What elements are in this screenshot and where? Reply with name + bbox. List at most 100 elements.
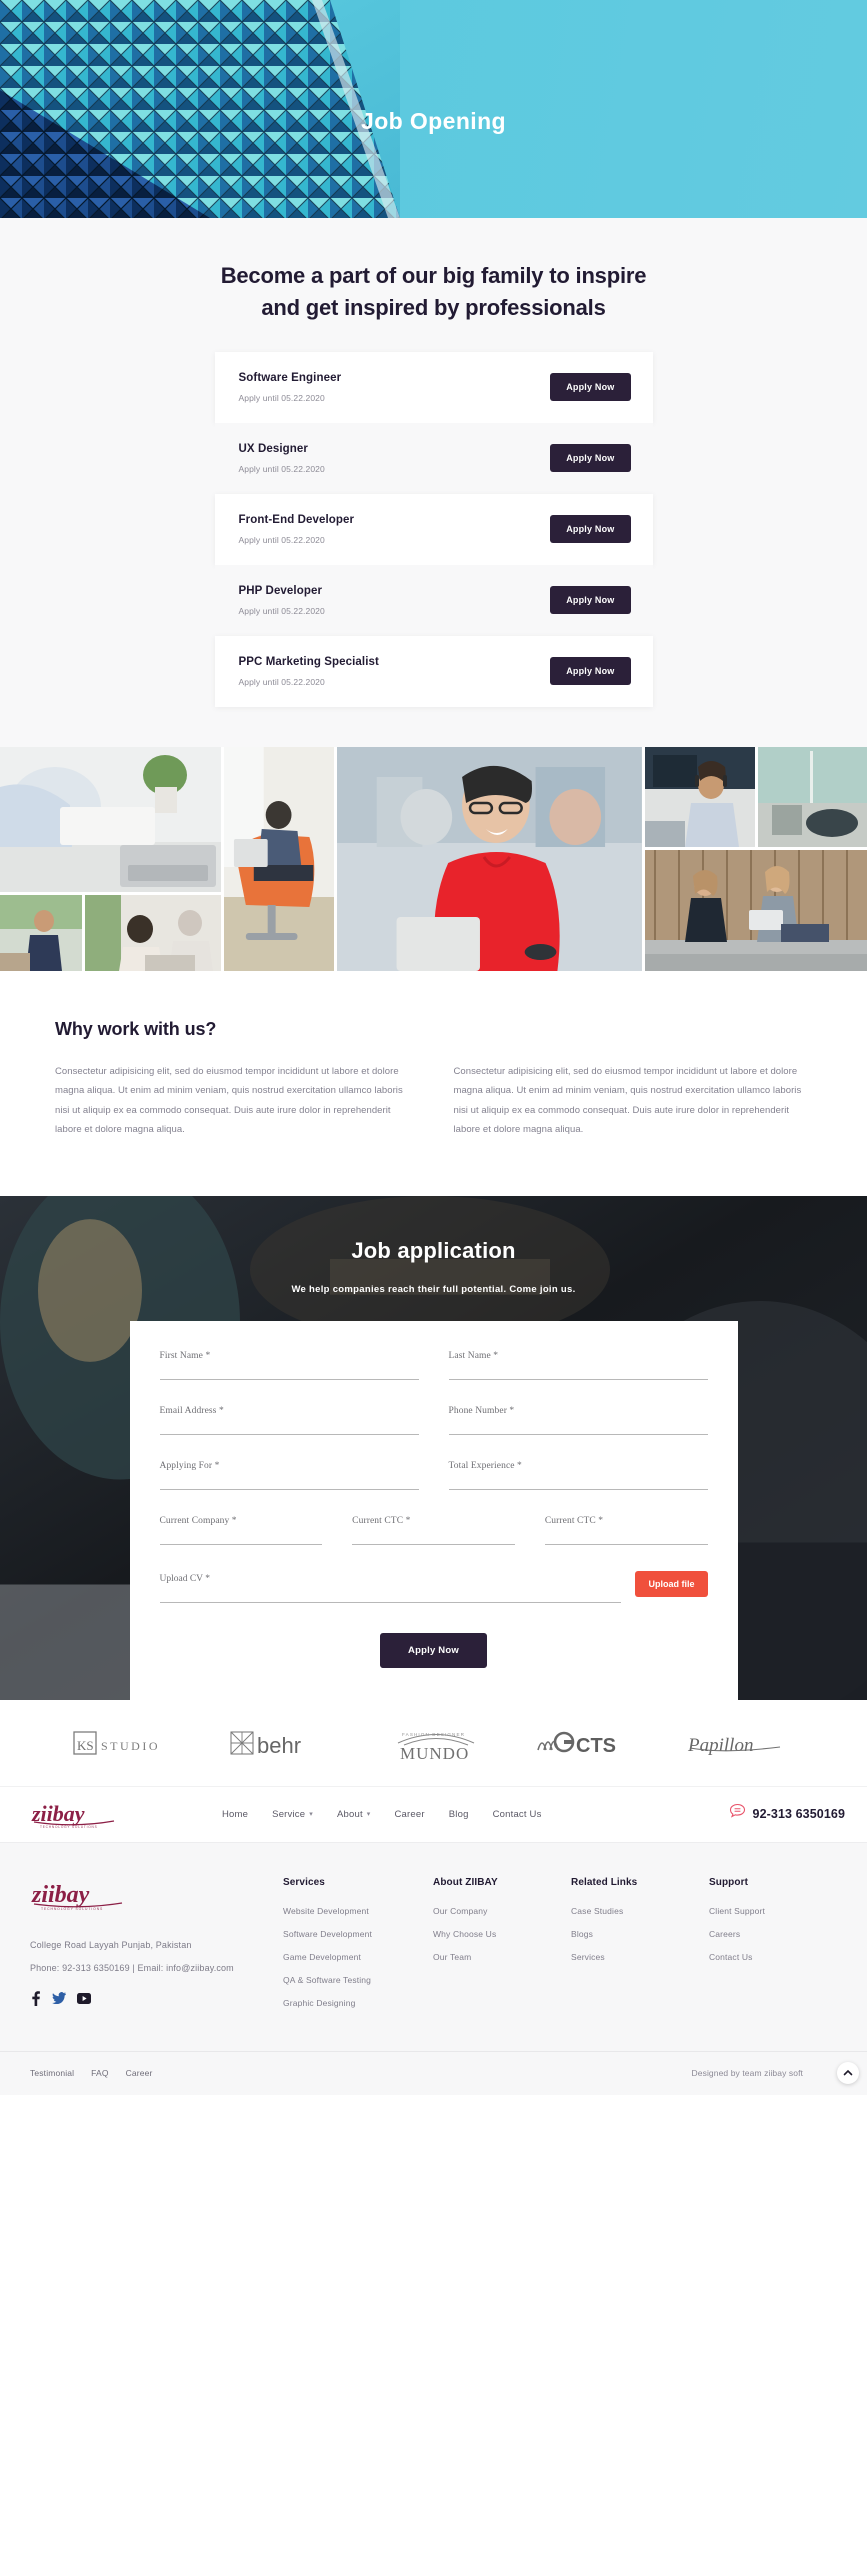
job-card[interactable]: Software Engineer Apply until 05.22.2020… <box>214 351 653 423</box>
job-card[interactable]: Front-End Developer Apply until 05.22.20… <box>214 493 653 565</box>
upload-cv-row: Upload CV * Upload file <box>159 1570 708 1603</box>
gallery-photo-man-suit <box>0 894 82 971</box>
nav-link-service[interactable]: Service ▾ <box>272 1809 313 1820</box>
footer-link[interactable]: Services <box>571 1952 699 1962</box>
job-info: PPC Marketing Specialist Apply until 05.… <box>239 656 379 687</box>
total-experience-input[interactable] <box>448 1480 708 1490</box>
last-name-label: Last Name * <box>448 1350 499 1361</box>
last-name-input[interactable] <box>448 1370 708 1380</box>
nav-link-blog[interactable]: Blog <box>449 1809 469 1820</box>
apply-now-button[interactable]: Apply Now <box>550 373 631 402</box>
youtube-icon[interactable] <box>77 1992 91 2004</box>
svg-text:MUNDO: MUNDO <box>400 1744 469 1761</box>
footer-link[interactable]: Careers <box>709 1929 837 1939</box>
logo-papillon: Papillon <box>684 1728 794 1758</box>
why-work-with-us-section: Why work with us? Consectetur adipisicin… <box>0 970 867 1196</box>
current-ctc-2-field[interactable]: Current CTC * <box>544 1516 708 1545</box>
footer-link[interactable]: Website Development <box>283 1906 423 1916</box>
footer-company-info: ziibay TECHNOLOGY SOLUTIONS College Road… <box>30 1877 273 2021</box>
footer-link[interactable]: Case Studies <box>571 1906 699 1916</box>
current-ctc-label: Current CTC * <box>352 1515 411 1526</box>
bottom-link-testimonial[interactable]: Testimonial <box>30 2068 74 2078</box>
nav-link-career[interactable]: Career <box>395 1809 425 1820</box>
current-ctc-2-input[interactable] <box>544 1535 708 1545</box>
current-ctc-input[interactable] <box>352 1535 515 1545</box>
footer-link[interactable]: Blogs <box>571 1929 699 1939</box>
chat-bubble-icon <box>729 1803 746 1825</box>
current-ctc-field[interactable]: Current CTC * <box>352 1516 515 1545</box>
first-name-field[interactable]: First Name * <box>159 1351 419 1380</box>
phone-input[interactable] <box>448 1425 708 1435</box>
current-company-input[interactable] <box>159 1535 323 1545</box>
why-paragraph-right: Consectetur adipisicing elit, sed do eiu… <box>453 1065 802 1136</box>
facebook-icon[interactable] <box>30 1990 41 2006</box>
upload-cv-input[interactable] <box>159 1593 622 1603</box>
footer-link[interactable]: Our Company <box>433 1906 561 1916</box>
hero-banner: Job Opening <box>0 0 867 218</box>
nav-link-label: Service <box>272 1808 306 1820</box>
footer-link[interactable]: Graphic Designing <box>283 1998 423 2008</box>
job-card[interactable]: UX Designer Apply until 05.22.2020 Apply… <box>214 422 653 494</box>
submit-wrap: Apply Now <box>160 1632 708 1668</box>
footer-link[interactable]: Contact Us <box>709 1952 837 1962</box>
svg-text:FASHION DESIGNER: FASHION DESIGNER <box>402 1732 465 1737</box>
gallery-photo-orange-chair <box>224 746 335 971</box>
first-name-input[interactable] <box>159 1370 419 1380</box>
applying-for-field[interactable]: Applying For * <box>159 1460 419 1490</box>
page-title: Job Opening <box>361 108 506 134</box>
nav-link-contact-us[interactable]: Contact Us <box>493 1809 542 1820</box>
why-paragraph-left: Consectetur adipisicing elit, sed do eiu… <box>55 1065 403 1136</box>
upload-file-button[interactable]: Upload file <box>635 1570 708 1597</box>
footer-logo[interactable]: ziibay TECHNOLOGY SOLUTIONS <box>30 1877 273 1918</box>
footer-social-links <box>30 1990 273 2006</box>
client-logos-strip: KS STUDIO behr FASHION DESIGNER MUNDO CT… <box>0 1699 867 1786</box>
footer-link[interactable]: QA & Software Testing <box>283 1975 423 1985</box>
footer-link[interactable]: Client Support <box>709 1906 837 1916</box>
footer-bottom-bar: Testimonial FAQ Career Designed by team … <box>0 2050 867 2095</box>
apply-now-button[interactable]: Apply Now <box>550 515 631 544</box>
current-company-label: Current Company * <box>159 1515 237 1526</box>
email-input[interactable] <box>159 1425 419 1435</box>
current-company-field[interactable]: Current Company * <box>159 1515 323 1545</box>
footer-link[interactable]: Our Team <box>433 1952 561 1962</box>
scroll-to-top-button[interactable] <box>837 2062 859 2085</box>
heading-line-2: and get inspired by professionals <box>261 294 606 320</box>
nav-link-home[interactable]: Home <box>222 1809 248 1820</box>
apply-now-button[interactable]: Apply Now <box>550 657 631 686</box>
footer-column-support: Support Client Support Careers Contact U… <box>709 1877 837 2021</box>
total-experience-label: Total Experience * <box>448 1460 522 1471</box>
apply-now-button[interactable]: Apply Now <box>550 586 631 615</box>
applying-for-input[interactable] <box>159 1480 419 1490</box>
bottom-link-faq[interactable]: FAQ <box>91 2068 108 2078</box>
job-deadline: Apply until 05.22.2020 <box>238 605 325 616</box>
nav-link-about[interactable]: About ▾ <box>337 1809 371 1820</box>
navbar-phone[interactable]: 92-313 6350169 <box>729 1803 845 1825</box>
total-experience-field[interactable]: Total Experience * <box>448 1460 708 1490</box>
jobs-list: Software Engineer Apply until 05.22.2020… <box>214 351 653 707</box>
gallery-photo-women-steps <box>645 849 867 971</box>
footer-link[interactable]: Game Development <box>283 1952 423 1962</box>
phone-field[interactable]: Phone Number * <box>448 1406 708 1435</box>
navbar-logo[interactable]: ziibay TECHNOLOGY SOLUTIONS <box>30 1797 122 1831</box>
nav-link-label: Career <box>394 1808 425 1820</box>
nav-link-label: About <box>336 1808 363 1820</box>
footer-link[interactable]: Software Development <box>283 1929 423 1939</box>
application-form: First Name * Last Name * Email Address *… <box>129 1320 738 1700</box>
last-name-field[interactable]: Last Name * <box>448 1350 708 1380</box>
gallery-photo-smiling-man-red <box>337 746 642 971</box>
job-card[interactable]: PHP Developer Apply until 05.22.2020 App… <box>214 564 653 636</box>
applying-for-label: Applying For * <box>159 1460 220 1471</box>
job-card[interactable]: PPC Marketing Specialist Apply until 05.… <box>214 635 653 707</box>
twitter-icon[interactable] <box>52 1992 66 2005</box>
upload-cv-field[interactable]: Upload CV * <box>159 1574 622 1603</box>
svg-text:KS: KS <box>77 1738 94 1753</box>
email-field[interactable]: Email Address * <box>159 1406 419 1435</box>
footer-link[interactable]: Why Choose Us <box>433 1929 561 1939</box>
job-application-section: Job application We help companies reach … <box>0 1195 867 1700</box>
job-deadline: Apply until 05.22.2020 <box>238 463 325 474</box>
bottom-link-career[interactable]: Career <box>126 2068 153 2078</box>
apply-now-button[interactable]: Apply Now <box>550 444 631 473</box>
job-info: Front-End Developer Apply until 05.22.20… <box>239 514 355 545</box>
form-row: Current Company * Current CTC * Current … <box>159 1515 708 1545</box>
apply-now-submit-button[interactable]: Apply Now <box>380 1632 487 1668</box>
